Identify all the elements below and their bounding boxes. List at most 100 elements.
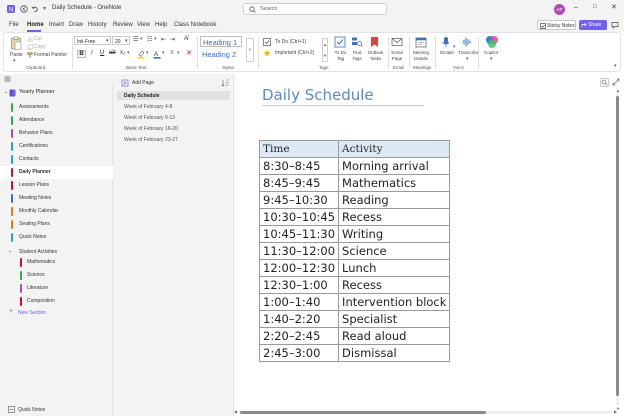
section-item[interactable]: Daily Planner [0, 166, 113, 179]
highlight-icon[interactable] [137, 50, 145, 59]
tags-scroll[interactable]: ▴ ▾ [322, 38, 328, 62]
time-cell[interactable]: 8:45–9:45 [258, 174, 340, 192]
star-icon[interactable] [263, 49, 271, 57]
section-item[interactable]: Attendance [0, 114, 113, 127]
sticky-notes-button[interactable]: Sticky Notes [537, 20, 576, 30]
bold-icon[interactable]: B [77, 50, 86, 58]
indent-icon[interactable]: ⇥ [170, 36, 175, 43]
paste-icon[interactable] [10, 36, 22, 51]
time-cell[interactable]: 10:30–10:45 [258, 208, 340, 226]
dictate-label[interactable]: Dictate [440, 50, 454, 55]
align-icon[interactable]: ≡ [170, 50, 174, 56]
activity-cell[interactable]: Lunch [338, 259, 451, 277]
activity-cell[interactable]: Mathematics [338, 174, 451, 192]
scroll-left-icon[interactable]: ◀ [234, 409, 237, 414]
section-item[interactable]: Quick Notes [0, 231, 113, 244]
section-item[interactable]: Lesson Plans [0, 179, 113, 192]
menu-history[interactable]: History [88, 22, 107, 28]
copilot-dropdown-icon[interactable]: ▾ [490, 56, 493, 62]
section-group-item[interactable]: Mathematics [0, 256, 113, 269]
microphone-icon[interactable] [441, 36, 451, 48]
bullets-icon[interactable]: ☰ [133, 36, 138, 43]
font-color-dropdown-icon[interactable]: ▾ [162, 50, 165, 56]
activity-cell[interactable]: Recess [338, 276, 451, 294]
new-section-button[interactable]: + New Section [0, 307, 113, 319]
find-tags-label[interactable]: Find Tags [350, 50, 364, 62]
page-item[interactable]: Week of February 23-27 [117, 135, 230, 144]
horizontal-scrollbar-thumb[interactable] [240, 411, 486, 414]
menu-draw[interactable]: Draw [69, 22, 83, 28]
tag-todo-label[interactable]: To Do (Ctrl+1) [275, 39, 306, 45]
todo-tag-icon[interactable] [334, 36, 346, 48]
dropdown-arrow-icon[interactable]: ▾ [43, 5, 46, 12]
font-color-icon[interactable]: A [153, 50, 161, 59]
search-box[interactable]: Search [243, 3, 387, 15]
time-cell[interactable]: 10:45–11:30 [258, 225, 340, 243]
numbering-dropdown-icon[interactable]: ▾ [154, 36, 157, 42]
activity-cell[interactable]: Dismissal [338, 344, 451, 362]
time-cell[interactable]: 1:00–1:40 [258, 293, 340, 311]
email-page-icon[interactable] [391, 36, 403, 48]
activity-cell[interactable]: Writing [338, 225, 451, 243]
transcribe-dropdown-icon[interactable]: ▾ [466, 56, 469, 62]
add-page-button[interactable]: Add Page [119, 78, 159, 88]
section-item[interactable]: Behavior Plans [0, 127, 113, 140]
time-cell[interactable]: 2:20–2:45 [258, 327, 340, 345]
page-item[interactable]: Daily Schedule [117, 91, 230, 100]
underline-icon[interactable]: U [100, 50, 104, 56]
activity-cell[interactable]: Read aloud [338, 327, 451, 345]
scroll-right-icon[interactable]: ▶ [614, 409, 617, 414]
font-size-dropdown-icon[interactable]: ▾ [125, 38, 128, 44]
menu-view[interactable]: View [137, 22, 150, 28]
header-activity[interactable]: Activity [338, 140, 451, 158]
page-title[interactable]: Daily Schedule [262, 86, 374, 104]
page-item[interactable]: Week of February 16-20 [117, 124, 230, 133]
minimize-icon[interactable]: – [574, 4, 578, 11]
section-group-item[interactable]: Science [0, 269, 113, 282]
schedule-table[interactable]: Time Activity 8:30–8:45 Morning arrival 8:… [258, 140, 451, 362]
cut-label[interactable]: Cut [34, 36, 42, 42]
font-name-dropdown-icon[interactable]: ▾ [106, 38, 109, 44]
activity-cell[interactable]: Specialist [338, 310, 451, 328]
outdent-icon[interactable]: ⇤ [161, 36, 166, 43]
subscript-icon[interactable]: x₂ [120, 50, 125, 56]
time-cell[interactable]: 2:45–3:00 [258, 344, 340, 362]
dictate-dropdown-icon[interactable]: ▾ [453, 44, 456, 50]
copilot-label[interactable]: Copilot [484, 50, 498, 55]
numbering-icon[interactable]: ☷ [147, 36, 152, 43]
time-cell[interactable]: 1:40–2:20 [258, 310, 340, 328]
time-cell[interactable]: 9:45–10:30 [258, 191, 340, 209]
activity-cell[interactable]: Intervention block [338, 293, 451, 311]
menu-review[interactable]: Review [113, 22, 133, 28]
transcribe-label[interactable]: Transcribe [458, 50, 479, 55]
strikethrough-icon[interactable]: ab [109, 50, 116, 56]
sort-icon[interactable] [221, 79, 229, 87]
checkbox-icon[interactable] [263, 38, 271, 46]
undo-icon[interactable] [31, 5, 39, 13]
italic-icon[interactable]: I [91, 50, 93, 56]
expand-icon[interactable] [612, 78, 620, 86]
page-item[interactable]: Week of February 4-8 [117, 102, 230, 111]
font-name-box[interactable]: Ink Free ▾ [74, 36, 111, 45]
activity-cell[interactable]: Morning arrival [338, 157, 451, 175]
copilot-icon[interactable] [485, 35, 499, 49]
find-tags-icon[interactable] [351, 36, 363, 48]
hamburger-menu-icon[interactable] [4, 76, 11, 82]
section-item[interactable]: Seating Plans [0, 218, 113, 231]
todo-tag-label[interactable]: To Do Tag [334, 50, 347, 62]
clear-formatting-icon[interactable]: A̸ [184, 36, 188, 42]
outlook-tasks-label[interactable]: Outlook Tasks [366, 50, 385, 62]
scroll-up-icon[interactable]: ▲ [616, 88, 620, 93]
vertical-scrollbar-thumb[interactable] [616, 96, 619, 396]
activity-cell[interactable]: Recess [338, 208, 451, 226]
time-cell[interactable]: 12:30–1:00 [258, 276, 340, 294]
subscript-dropdown-icon[interactable]: ▾ [127, 50, 130, 56]
header-time[interactable]: Time [258, 140, 340, 158]
close-icon[interactable]: ✕ [611, 3, 617, 11]
style-heading2[interactable]: Heading 2 [200, 49, 242, 60]
chevron-down-icon[interactable]: ⌄ [4, 89, 8, 95]
notebook-selector[interactable]: ⌄ Yearly Planner [0, 87, 113, 99]
format-painter-label[interactable]: Format Painter [34, 52, 67, 58]
section-item[interactable]: Assessments [0, 101, 113, 114]
highlight-dropdown-icon[interactable]: ▾ [146, 50, 149, 56]
